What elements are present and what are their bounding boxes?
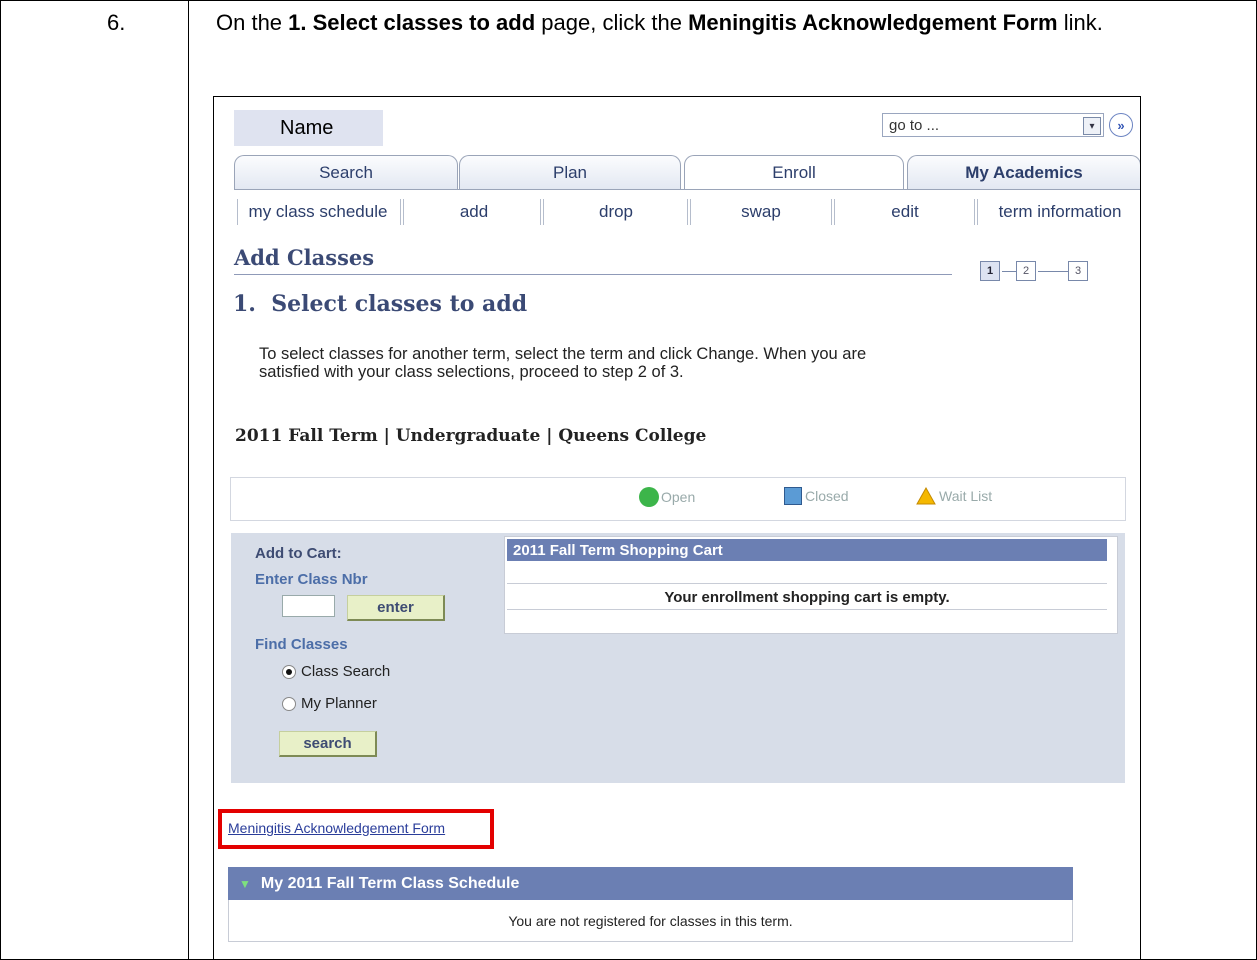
radio-unselected[interactable]: [282, 696, 296, 711]
subnav-my-class-schedule[interactable]: my class schedule: [240, 199, 396, 225]
subnav-divider: [974, 199, 978, 225]
find-classes-label: Find Classes: [255, 636, 348, 653]
legend-open: Open: [639, 487, 695, 507]
title-rule: [234, 274, 952, 275]
radio-selected[interactable]: [282, 664, 296, 679]
subnav-drop[interactable]: drop: [550, 199, 682, 225]
goto-dropdown[interactable]: go to ... ▾: [882, 113, 1104, 137]
subnav-divider: [687, 199, 691, 225]
cart-empty-message: Your enrollment shopping cart is empty.: [664, 588, 950, 606]
closed-square-icon: [784, 487, 802, 505]
step-number: 6.: [107, 10, 126, 35]
instructions-text: To select classes for another term, sele…: [259, 345, 867, 381]
enter-class-nbr-label: Enter Class Nbr: [255, 571, 368, 588]
step-indicator-1: 1: [980, 261, 1000, 281]
class-schedule-header: ▼ My 2011 Fall Term Class Schedule: [228, 867, 1073, 900]
meningitis-acknowledgement-form-link[interactable]: Meningitis Acknowledgement Form: [228, 820, 445, 836]
class-nbr-input[interactable]: [282, 595, 335, 617]
cart-title: 2011 Fall Term Shopping Cart: [507, 539, 1107, 561]
tab-plan[interactable]: Plan: [459, 155, 681, 189]
subnav-add[interactable]: add: [414, 199, 534, 225]
subnav-divider: [831, 199, 835, 225]
search-button[interactable]: search: [279, 731, 377, 757]
subnav-edit[interactable]: edit: [840, 199, 970, 225]
tab-baseline: [234, 189, 1140, 190]
cart-rule: [507, 583, 1107, 584]
chevron-down-icon: ▾: [1083, 117, 1101, 135]
term-line: 2011 Fall Term | Undergraduate | Queens …: [235, 426, 707, 446]
tab-enroll[interactable]: Enroll: [684, 155, 904, 189]
collapse-triangle-icon[interactable]: ▼: [239, 877, 251, 891]
radio-class-search[interactable]: Class Search: [282, 663, 390, 680]
step-indicator-3: 3: [1068, 261, 1088, 281]
cart-rule: [507, 609, 1107, 610]
add-to-cart-label: Add to Cart:: [255, 545, 342, 562]
wait-list-triangle-icon: [916, 487, 936, 505]
enter-button[interactable]: enter: [347, 595, 445, 621]
step-indicator-2: 2: [1016, 261, 1036, 281]
tab-my-academics[interactable]: My Academics: [907, 155, 1140, 189]
open-circle-icon: [639, 487, 659, 507]
section-subtitle: 1. Select classes to add: [233, 291, 528, 317]
step-connector: [1002, 271, 1016, 272]
page-title: Add Classes: [234, 245, 375, 270]
subnav-divider: [234, 199, 238, 225]
tab-search[interactable]: Search: [234, 155, 458, 189]
legend-closed: Closed: [784, 487, 849, 505]
subnav-divider: [540, 199, 544, 225]
radio-my-planner[interactable]: My Planner: [282, 695, 377, 712]
step-connector: [1038, 271, 1068, 272]
step-instruction: On the 1. Select classes to add page, cl…: [216, 10, 1103, 35]
step-number-cell: [0, 0, 189, 960]
user-name-box: Name: [234, 110, 383, 146]
subnav-swap[interactable]: swap: [696, 199, 826, 225]
legend-wait-list: Wait List: [916, 487, 992, 505]
class-schedule-message: You are not registered for classes in th…: [228, 900, 1073, 942]
subnav-term-information[interactable]: term information: [984, 199, 1136, 225]
screenshot-frame: Name go to ... ▾ » Search Plan Enroll My…: [213, 96, 1141, 960]
go-button[interactable]: »: [1109, 113, 1133, 137]
subnav-divider: [400, 199, 404, 225]
